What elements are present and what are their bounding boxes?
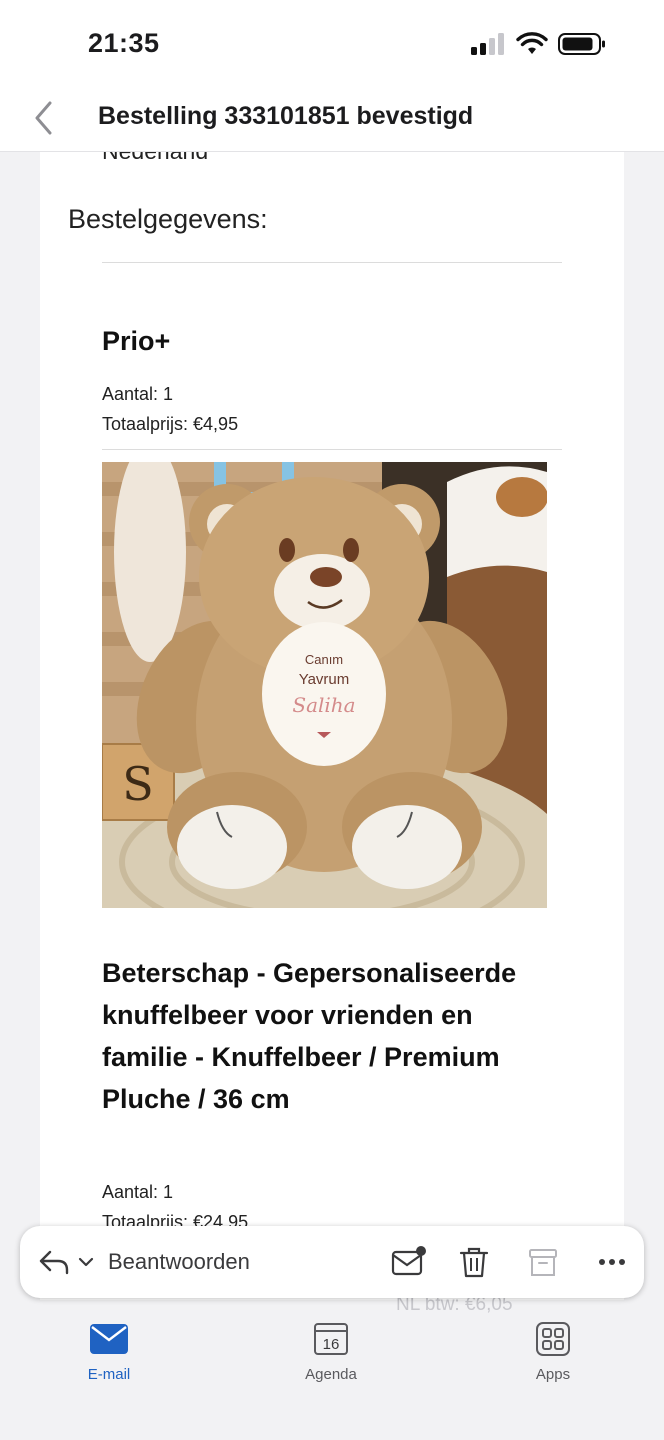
product-name: Beterschap - Gepersonaliseerde knuffelbe… <box>102 958 517 1114</box>
calendar-day: 16 <box>323 1336 340 1353</box>
tab-agenda[interactable]: 16 Agenda <box>271 1322 391 1392</box>
calendar-icon: 16 <box>314 1323 348 1355</box>
total-price-text: Totaalprijs: €4,95 <box>102 414 239 434</box>
mail-screen: 21:35 Bestelling 333101851 bevestigd Ned… <box>0 0 664 1440</box>
trash-icon[interactable] <box>456 1244 492 1280</box>
quantity-text: Aantal: 1 <box>102 384 174 404</box>
order-details-heading: Bestelgegevens: <box>68 204 268 234</box>
reply-toolbar: Beantwoorden <box>20 1226 644 1298</box>
mail-icon <box>90 1324 128 1354</box>
divider <box>102 262 562 263</box>
tab-label: Apps <box>535 1366 571 1383</box>
plush-text-name: Saliha <box>292 693 355 717</box>
navigation-bar: Bestelling 333101851 bevestigd <box>0 84 664 152</box>
product-name: Prio+ <box>102 326 171 356</box>
mark-unread-icon[interactable] <box>390 1244 426 1280</box>
bottom-tab-bar: E-mail 16 Agenda Apps <box>0 1300 664 1440</box>
wifi-icon <box>516 32 548 54</box>
tab-email[interactable]: E-mail <box>49 1322 169 1392</box>
chevron-down-icon[interactable] <box>78 1255 94 1269</box>
apps-icon <box>536 1322 570 1356</box>
block-letter: S <box>122 757 154 811</box>
battery-icon <box>558 33 605 55</box>
quantity-text: Aantal: 1 <box>102 1182 174 1202</box>
plush-text-line-1: Canım <box>305 652 343 667</box>
email-subject-title: Bestelling 333101851 bevestigd <box>98 102 474 130</box>
tab-label: E-mail <box>87 1366 131 1383</box>
more-options-icon[interactable] <box>594 1244 630 1280</box>
cellular-signal-icon <box>471 33 504 55</box>
plush-text-line-2: Yavrum <box>299 671 350 688</box>
email-body: Nederland Bestelgegevens: Prio+ Aantal: … <box>40 100 624 1300</box>
archive-icon[interactable] <box>525 1244 561 1280</box>
teddy-bear-product-image: S Canım Yavrum Saliha <box>102 462 547 908</box>
chevron-left-icon[interactable] <box>28 98 62 138</box>
status-time: 21:35 <box>88 28 160 58</box>
status-bar: 21:35 <box>0 0 664 84</box>
tab-label: Agenda <box>305 1366 357 1383</box>
reply-button[interactable]: Beantwoorden <box>108 1249 250 1275</box>
reply-icon[interactable] <box>38 1248 70 1276</box>
divider <box>102 449 562 450</box>
tab-apps[interactable]: Apps <box>493 1322 613 1392</box>
